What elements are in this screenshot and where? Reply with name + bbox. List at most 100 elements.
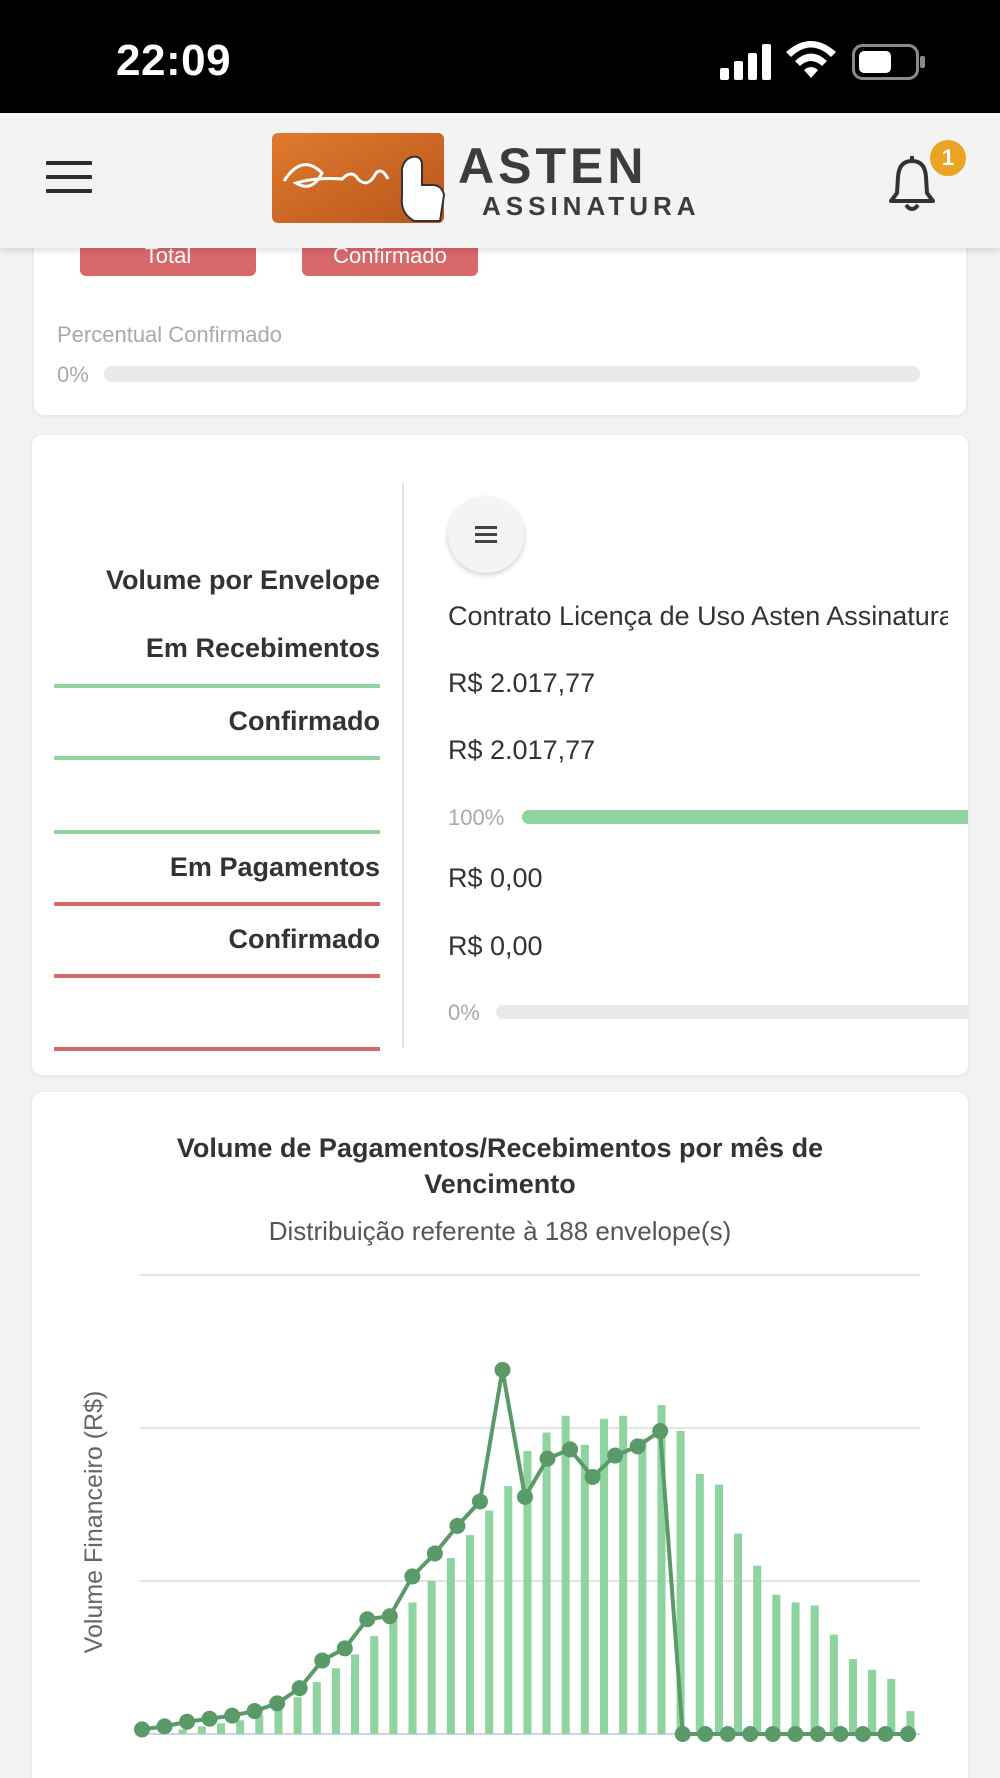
chart-bar[interactable] (868, 1669, 877, 1734)
chart-bar[interactable] (561, 1415, 570, 1734)
app-header: ASTEN ASSINATURA 1 (0, 113, 1000, 248)
chart-line-point[interactable] (562, 1441, 579, 1458)
cellular-signal-icon (720, 44, 771, 80)
chart-line-point[interactable] (517, 1488, 533, 1505)
chart-line-point[interactable] (179, 1713, 196, 1730)
chart-bar[interactable] (580, 1444, 589, 1734)
chart-bar[interactable] (293, 1697, 302, 1734)
chart-bar[interactable] (619, 1415, 628, 1734)
chart-line-point[interactable] (426, 1545, 443, 1562)
hamburger-menu-button[interactable] (46, 161, 92, 201)
chart-line-point[interactable] (809, 1726, 826, 1742)
chart-line-point[interactable] (314, 1652, 331, 1669)
chart-bar[interactable] (427, 1581, 436, 1734)
chart-bar[interactable] (810, 1605, 819, 1734)
chart-line-point[interactable] (697, 1726, 714, 1742)
payments-confirmed-divider (54, 974, 380, 978)
brand-line2: ASSINATURA (482, 191, 701, 221)
chart-bar[interactable] (236, 1720, 245, 1734)
chart-bar[interactable] (217, 1723, 226, 1734)
payments-percent-bar (496, 1005, 968, 1019)
receipts-percent-divider (54, 830, 380, 834)
em-pagamentos-label: Em Pagamentos (169, 852, 380, 882)
envelope-name: Contrato Licença de Uso Asten Assinatura (448, 601, 948, 631)
chart-line-point[interactable] (291, 1680, 308, 1697)
chart-bar[interactable] (791, 1602, 800, 1734)
receipts-divider (54, 684, 380, 688)
chart-line-point[interactable] (224, 1707, 241, 1724)
em-recebimentos-label: Em Recebimentos (145, 633, 380, 663)
column-divider (402, 483, 404, 1048)
chart-line-point[interactable] (269, 1695, 286, 1712)
chart-line-point[interactable] (359, 1611, 376, 1628)
chart-bar[interactable] (331, 1668, 340, 1734)
status-bar: 22:09 (0, 0, 1000, 113)
chart-line-point[interactable] (719, 1726, 736, 1742)
receipts-percent-bar (522, 810, 968, 824)
payments-confirmado-label: Confirmado (228, 924, 381, 954)
chart-bar[interactable] (485, 1510, 494, 1734)
chart-bar[interactable] (370, 1636, 379, 1734)
chart-bar[interactable] (408, 1602, 417, 1734)
chart-bar[interactable] (695, 1473, 704, 1734)
brand-line1: ASTEN (458, 138, 647, 194)
chart-line-point[interactable] (629, 1438, 646, 1455)
chart-line-point[interactable] (404, 1568, 421, 1585)
chart-bar[interactable] (504, 1486, 513, 1734)
chart-bar[interactable] (351, 1654, 360, 1734)
chart-line-point[interactable] (742, 1726, 759, 1742)
chart-line-point[interactable] (336, 1640, 353, 1657)
chart-bar[interactable] (848, 1659, 857, 1734)
monthly-volume-chart: Volume Financeiro (R$) (80, 1274, 920, 1742)
payments-percent: 0% (448, 1000, 480, 1025)
battery-icon (852, 44, 925, 80)
chart-bar[interactable] (312, 1681, 321, 1734)
chart-line-point[interactable] (877, 1726, 894, 1742)
chart-bar[interactable] (772, 1594, 781, 1734)
chart-bar[interactable] (829, 1634, 838, 1734)
chart-line-point[interactable] (854, 1726, 871, 1742)
chart-line-point[interactable] (674, 1726, 691, 1742)
chart-line-point[interactable] (156, 1718, 173, 1735)
volume-por-envelope-label: Volume por Envelope (105, 565, 380, 595)
chart-line-point[interactable] (652, 1423, 669, 1440)
percent-confirmed-label: Percentual Confirmado (57, 322, 283, 347)
chart-bar[interactable] (178, 1729, 187, 1734)
chart-line-point[interactable] (246, 1703, 263, 1720)
chart-line-point[interactable] (494, 1361, 511, 1378)
envelope-volume-card: Volume por Envelope Em Recebimentos Conf… (32, 435, 968, 1075)
chart-bar[interactable] (753, 1565, 762, 1734)
chart-bar[interactable] (274, 1709, 283, 1734)
chart-line-point[interactable] (381, 1608, 398, 1625)
chart-line-point[interactable] (471, 1493, 488, 1510)
chart-line-point[interactable] (832, 1726, 849, 1742)
chart-bar[interactable] (734, 1533, 743, 1734)
chart-line-point[interactable] (764, 1726, 781, 1742)
chart-line-point[interactable] (539, 1450, 556, 1467)
asten-assinatura-logo: ASTEN ASSINATURA (272, 133, 701, 223)
chart-line-point[interactable] (787, 1726, 804, 1742)
chart-line-point[interactable] (134, 1721, 150, 1738)
percent-confirmed-bar (104, 366, 920, 382)
chart-line-point[interactable] (900, 1726, 916, 1742)
receipts-confirmado-label: Confirmado (228, 706, 381, 736)
chart-bar[interactable] (714, 1484, 723, 1734)
receipts-confirmed-divider (54, 756, 380, 760)
chart-bar[interactable] (389, 1620, 398, 1734)
notification-count-badge: 1 (927, 137, 969, 179)
chart-line-point[interactable] (201, 1710, 218, 1727)
payments-divider (54, 902, 380, 906)
status-time: 22:09 (116, 36, 232, 85)
envelope-labels-column: Volume por Envelope Em Recebimentos Conf… (54, 435, 380, 1075)
chart-line-point[interactable] (584, 1468, 601, 1485)
chart-line-point[interactable] (607, 1447, 624, 1464)
chart-bar[interactable] (638, 1438, 647, 1734)
chart-bar[interactable] (542, 1432, 551, 1734)
chart-bar[interactable] (465, 1535, 474, 1734)
chart-line-point[interactable] (449, 1517, 466, 1534)
receipts-percent-bar-fill (522, 810, 968, 824)
envelope-menu-button[interactable] (448, 497, 524, 573)
chart-bar[interactable] (887, 1678, 896, 1734)
chart-bar[interactable] (446, 1558, 455, 1734)
chart-bar[interactable] (197, 1726, 206, 1734)
